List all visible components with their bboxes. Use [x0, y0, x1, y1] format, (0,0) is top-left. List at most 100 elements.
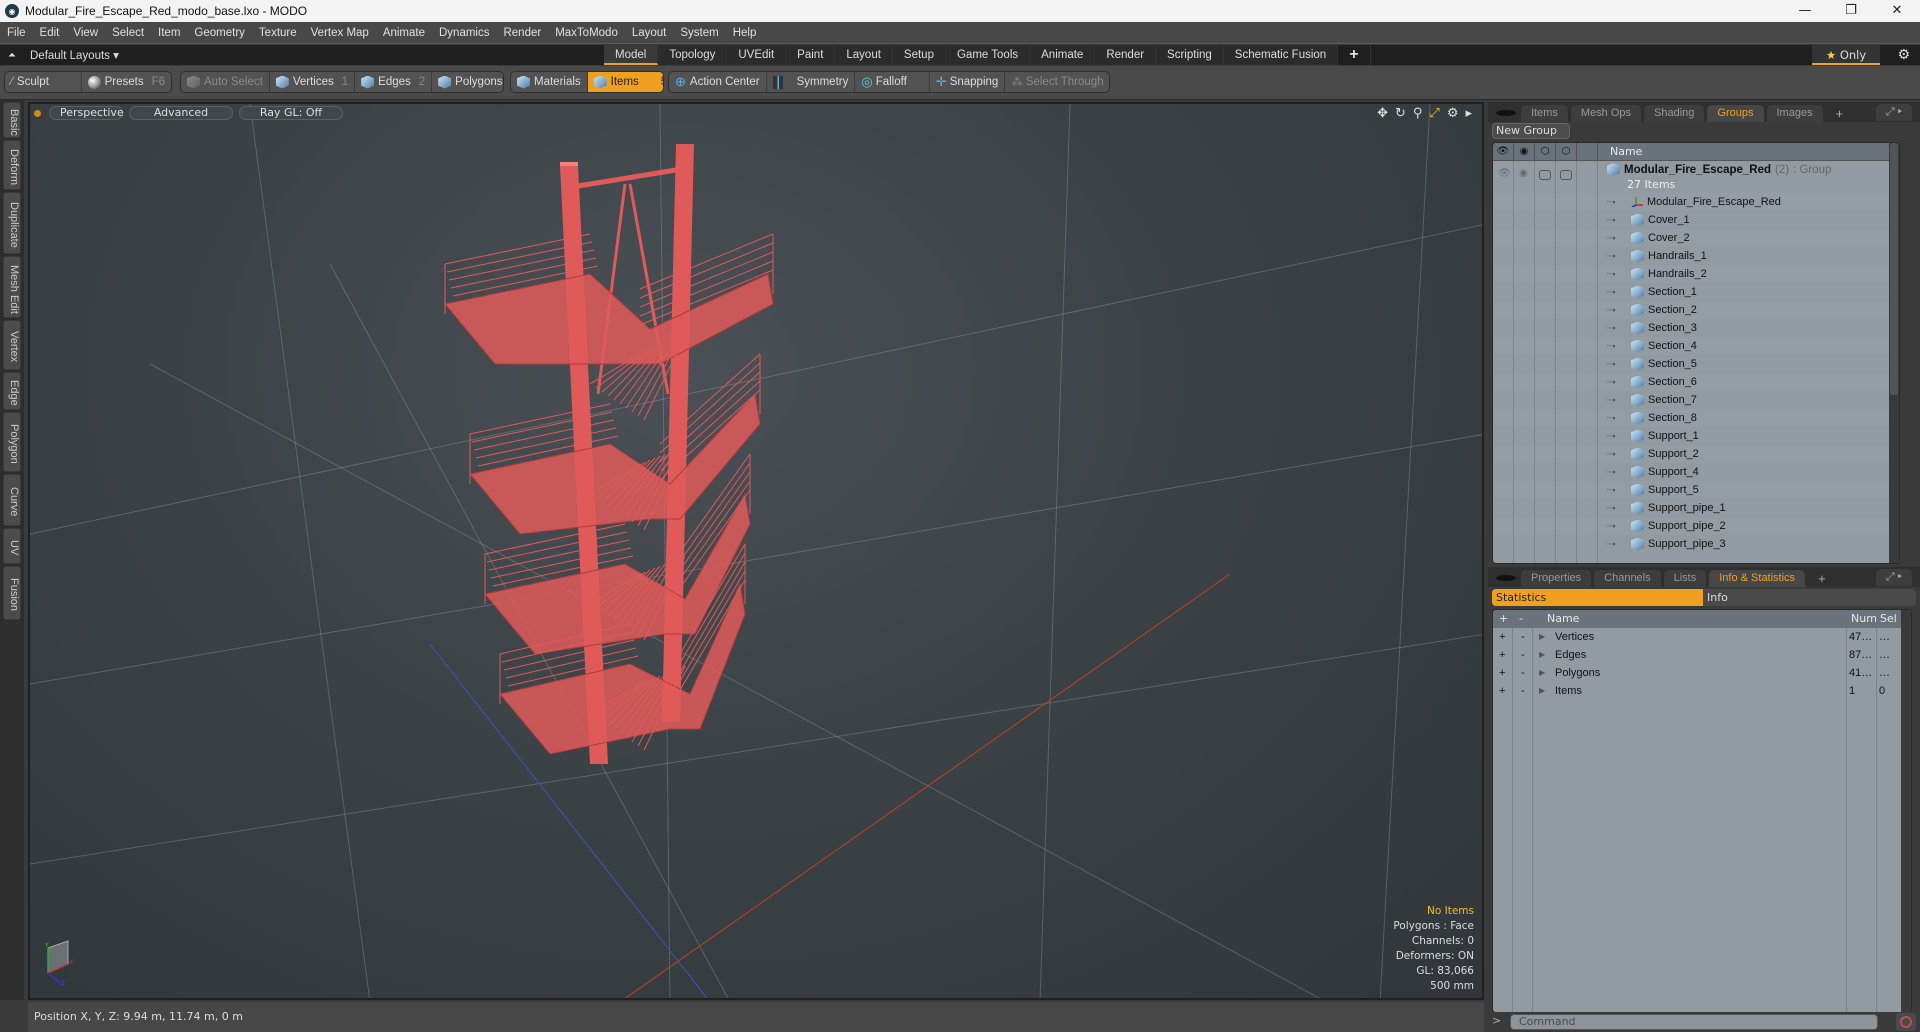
tab-mesh-ops[interactable]: Mesh Ops [1570, 105, 1642, 122]
tab-images[interactable]: Images [1766, 105, 1823, 122]
tree-item[interactable]: ┈▪ Cover_1 [1493, 211, 1899, 229]
tree-item[interactable]: ┈▪ Support_pipe_2 [1493, 517, 1899, 535]
tab-game-tools[interactable]: Game Tools [945, 45, 1031, 65]
pan-icon[interactable]: ✥ [1377, 106, 1388, 121]
left-tab-deform[interactable]: Deform [3, 140, 21, 190]
menu-texture[interactable]: Texture [252, 27, 304, 39]
tree-item[interactable]: ┈▪ Support_5 [1493, 481, 1899, 499]
left-tab-curve[interactable]: Curve [3, 474, 21, 526]
menu-render[interactable]: Render [496, 27, 548, 39]
expand-button[interactable]: + [1499, 628, 1505, 646]
snapping-button[interactable]: ✛ Snapping [930, 72, 1006, 92]
tree-item[interactable]: ┈▪ Modular_Fire_Escape_Red [1493, 193, 1899, 211]
tree-item[interactable]: ┈▪ Section_3 [1493, 319, 1899, 337]
tab-model[interactable]: Model [604, 45, 659, 65]
tab-layout[interactable]: Layout [835, 45, 893, 65]
left-tab-basic[interactable]: Basic [3, 102, 21, 138]
expand-arrow-icon[interactable]: ▶ [1539, 628, 1545, 646]
render-column-icon[interactable]: ◉ [1514, 143, 1535, 161]
sculpt-button[interactable]: ⁄ Sculpt [5, 72, 82, 92]
falloff-button[interactable]: ◎ Falloff [855, 72, 930, 92]
tab-scripting[interactable]: Scripting [1156, 45, 1224, 65]
raygl-button[interactable]: Ray GL: Off [239, 106, 343, 120]
menu-layout[interactable]: Layout [625, 27, 674, 39]
left-tab-vertex[interactable]: Vertex [3, 320, 21, 370]
expand-panel-icon[interactable]: ⤢ ▸ [1875, 569, 1912, 586]
panel-options-dot[interactable] [1496, 575, 1516, 581]
command-input[interactable]: Command [1510, 1014, 1878, 1030]
3d-viewport[interactable]: Perspective Advanced Ray GL: Off ✥ ↻ ⚲ ⤢… [28, 102, 1484, 1000]
viewport-settings-icon[interactable]: ⚙ [1447, 106, 1459, 121]
menu-vertex-map[interactable]: Vertex Map [304, 27, 376, 39]
expand-button[interactable]: + [1499, 682, 1505, 700]
left-tab-fusion[interactable]: Fusion [3, 566, 21, 620]
name-column-header[interactable]: Name [1598, 145, 1642, 158]
close-button[interactable]: ✕ [1874, 0, 1920, 22]
tree-item[interactable]: ┈▪ Support_4 [1493, 463, 1899, 481]
expand-button[interactable]: + [1499, 664, 1505, 682]
tab-info-statistics[interactable]: Info & Statistics [1709, 570, 1806, 587]
tree-item[interactable]: ┈▪ Section_1 [1493, 283, 1899, 301]
tree-item[interactable]: ┈▪ Support_2 [1493, 445, 1899, 463]
select-through-button[interactable]: ⁂ Select Through [1005, 72, 1109, 92]
select-column-icon[interactable]: ⬡ [1556, 143, 1577, 161]
statistics-tab[interactable]: Statistics [1492, 589, 1703, 606]
add-panel-tab-button[interactable]: + [1826, 105, 1854, 122]
gear-icon[interactable]: ⚙ [1897, 45, 1910, 65]
menu-geometry[interactable]: Geometry [187, 27, 252, 39]
menu-help[interactable]: Help [726, 27, 764, 39]
tree-item[interactable]: ┈▪ Section_4 [1493, 337, 1899, 355]
tab-schematic-fusion[interactable]: Schematic Fusion [1223, 45, 1339, 65]
menu-animate[interactable]: Animate [376, 27, 432, 39]
materials-mode-button[interactable]: Materials [511, 72, 588, 92]
tree-item[interactable]: ┈▪ Section_6 [1493, 373, 1899, 391]
info-tab[interactable]: Info [1703, 589, 1728, 606]
add-panel-tab-button[interactable]: + [1808, 570, 1836, 587]
left-tab-polygon[interactable]: Polygon [3, 412, 21, 472]
viewport-menu-arrow-icon[interactable]: ▸ [1465, 106, 1472, 121]
tree-item[interactable]: ┈▪ Support_pipe_1 [1493, 499, 1899, 517]
menu-system[interactable]: System [673, 27, 725, 39]
symmetry-button[interactable]: Symmetry [767, 72, 856, 92]
rotate-icon[interactable]: ↻ [1395, 106, 1406, 121]
tree-item[interactable]: ┈▪ Section_2 [1493, 301, 1899, 319]
tree-item[interactable]: ┈▪ Cover_2 [1493, 229, 1899, 247]
tree-item[interactable]: ┈▪ Handrails_1 [1493, 247, 1899, 265]
record-macro-button[interactable] [1896, 1013, 1916, 1031]
auto-select-button[interactable]: Auto Select [181, 72, 270, 92]
tab-properties[interactable]: Properties [1521, 570, 1592, 587]
presets-button[interactable]: Presets F6 [82, 72, 171, 92]
tree-item[interactable]: ┈▪ Support_1 [1493, 427, 1899, 445]
viewport-options-dot[interactable] [34, 109, 41, 117]
tab-uvedit[interactable]: UVEdit [727, 45, 787, 65]
panel-options-dot[interactable] [1496, 110, 1516, 116]
add-layout-tab-button[interactable]: + [1338, 45, 1371, 65]
shading-mode-button[interactable]: Advanced [129, 106, 233, 120]
group-visibility-icon[interactable]: 👁 [1498, 168, 1511, 179]
menu-maxtomodo[interactable]: MaxToModo [548, 27, 625, 39]
action-center-button[interactable]: ⊕ Action Center [669, 72, 767, 92]
tab-groups[interactable]: Groups [1707, 105, 1764, 122]
menu-item[interactable]: Item [151, 27, 187, 39]
tree-item[interactable]: ┈▪ Handrails_2 [1493, 265, 1899, 283]
vertices-mode-button[interactable]: Vertices 1 [270, 72, 356, 92]
new-group-button[interactable]: New Group [1492, 123, 1570, 139]
edges-mode-button[interactable]: Edges 2 [355, 72, 433, 92]
group-row[interactable]: 👁 ◉ Modular_Fire_Escape_Red (2) : Group … [1493, 161, 1899, 193]
items-mode-button[interactable]: Items 5 [587, 72, 663, 92]
stats-scrollbar[interactable] [1901, 610, 1911, 1012]
groups-scrollbar[interactable] [1889, 143, 1899, 563]
view-mode-button[interactable]: Perspective [49, 106, 124, 120]
group-select-toggle[interactable] [1560, 170, 1572, 180]
only-favorites-button[interactable]: ★ Only [1812, 45, 1880, 65]
collapse-button[interactable]: - [1521, 646, 1525, 664]
expand-panel-icon[interactable]: ⤢ ▸ [1875, 104, 1912, 121]
collapse-button[interactable]: - [1521, 664, 1525, 682]
group-render-icon[interactable]: ◉ [1519, 168, 1528, 179]
collapse-button[interactable]: - [1521, 682, 1525, 700]
tab-setup[interactable]: Setup [892, 45, 946, 65]
tab-render[interactable]: Render [1095, 45, 1157, 65]
expand-all-header[interactable]: + [1499, 610, 1508, 628]
tab-channels[interactable]: Channels [1594, 570, 1661, 587]
tab-animate[interactable]: Animate [1030, 45, 1096, 65]
